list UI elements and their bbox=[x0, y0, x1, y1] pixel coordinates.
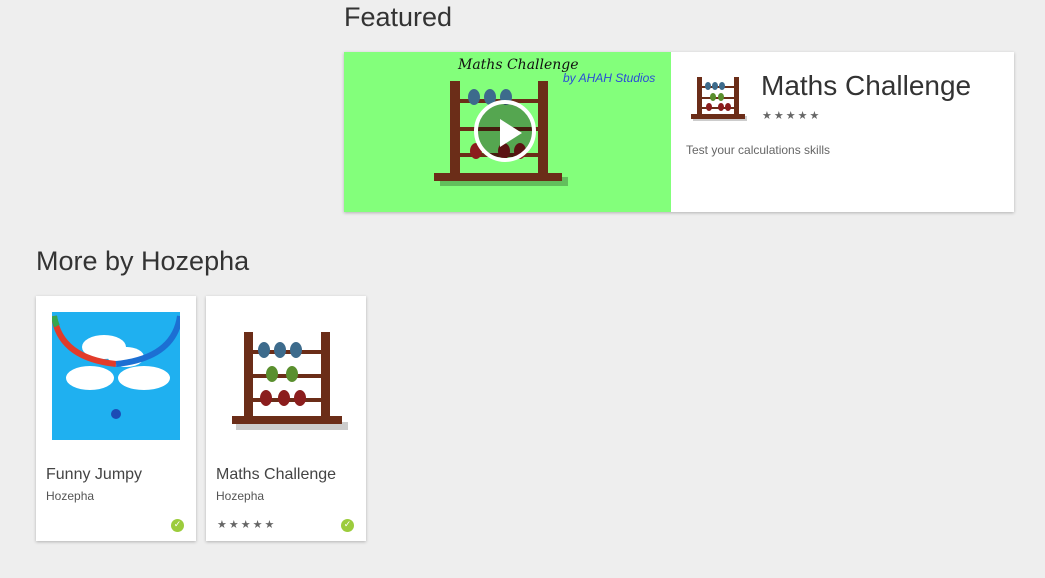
featured-heading: Featured bbox=[344, 2, 453, 32]
funny-jumpy-thumbnail[interactable] bbox=[52, 312, 180, 440]
featured-info: Maths Challenge ★★★★★ Test your calculat… bbox=[671, 52, 1014, 212]
card-developer[interactable]: Hozepha bbox=[216, 489, 264, 503]
installed-check-icon: ✓ bbox=[171, 519, 184, 532]
maths-challenge-thumbnail[interactable] bbox=[222, 312, 350, 440]
promo-studio: by AHAH Studios bbox=[563, 71, 656, 85]
featured-card[interactable]: Maths Challenge by AHAH Studios Maths Ch… bbox=[344, 52, 1014, 212]
app-icon[interactable] bbox=[691, 75, 747, 123]
featured-app-title[interactable]: Maths Challenge bbox=[761, 70, 971, 102]
rating-stars: ★★★★★ bbox=[217, 519, 277, 531]
card-developer[interactable]: Hozepha bbox=[46, 489, 94, 503]
featured-video[interactable]: Maths Challenge by AHAH Studios bbox=[344, 52, 671, 212]
rating-stars: ★★★★★ bbox=[762, 110, 822, 122]
card-title[interactable]: Funny Jumpy bbox=[46, 466, 142, 484]
play-video-button[interactable] bbox=[474, 100, 536, 162]
card-title[interactable]: Maths Challenge bbox=[216, 466, 336, 484]
app-description: Test your calculations skills bbox=[686, 143, 831, 157]
installed-check-icon: ✓ bbox=[341, 519, 354, 532]
promo-title: Maths Challenge bbox=[458, 57, 579, 73]
app-card-funny-jumpy[interactable]: Funny Jumpy Hozepha ✓ bbox=[36, 296, 196, 541]
app-card-maths-challenge[interactable]: Maths Challenge Hozepha ★★★★★ ✓ bbox=[206, 296, 366, 541]
more-by-heading: More by Hozepha bbox=[36, 246, 250, 276]
